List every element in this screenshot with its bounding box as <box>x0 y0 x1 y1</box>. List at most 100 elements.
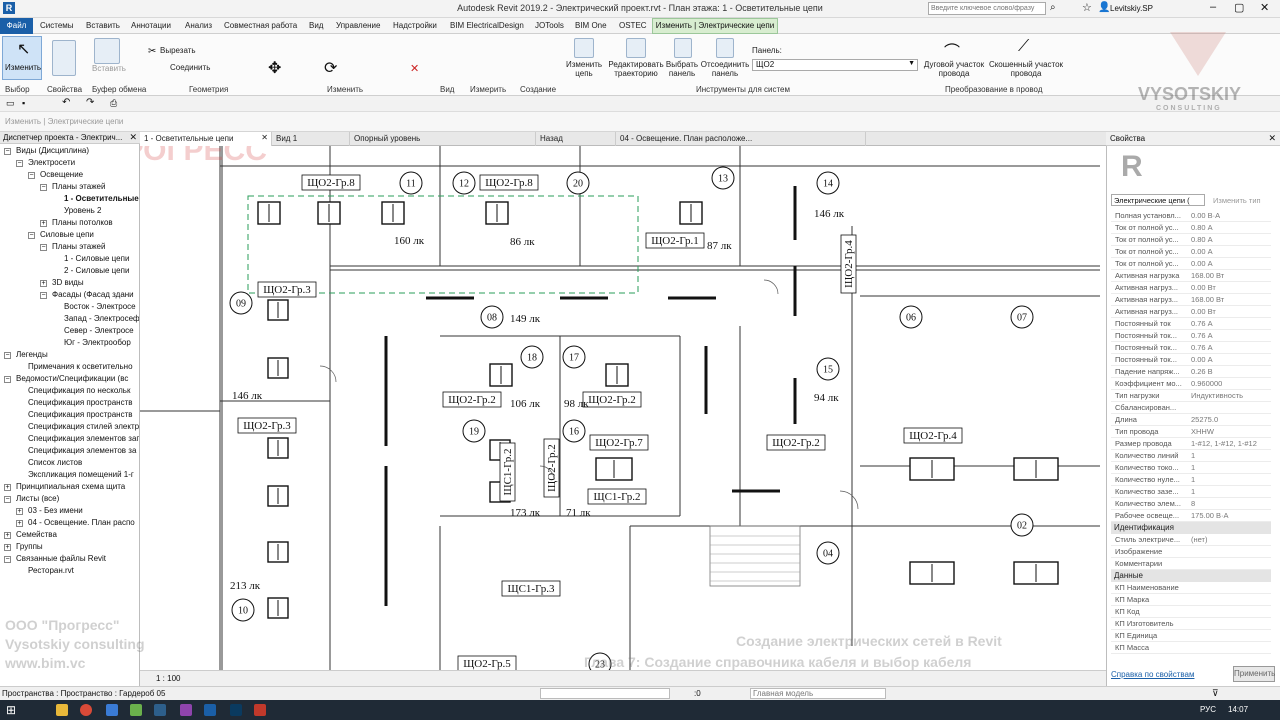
type-selector[interactable]: Электрические цепи ( <box>1111 194 1205 206</box>
property-value[interactable]: 0.00 Вт <box>1191 283 1271 292</box>
app-icon[interactable] <box>254 704 266 716</box>
tab-bim-one[interactable]: BIM One <box>575 21 607 30</box>
property-row[interactable]: Количество элем... 8 <box>1111 498 1271 510</box>
circuit-tag[interactable]: ЩО2-Гр.4 <box>840 234 857 294</box>
tree-item[interactable]: Листы (все) <box>16 494 59 503</box>
tab-analyze[interactable]: Анализ <box>185 21 212 30</box>
property-row[interactable]: Рабочее освеще... 175.00 В·А <box>1111 510 1271 522</box>
property-row[interactable]: Постоянный ток... 0.76 А <box>1111 330 1271 342</box>
circuit-tag[interactable]: ЩО2-Гр.4 <box>903 427 963 444</box>
property-row[interactable]: Постоянный ток... 0.00 А <box>1111 354 1271 366</box>
close-icon[interactable]: ✕ <box>261 133 268 142</box>
tree-item[interactable]: Спецификация элементов за <box>28 446 136 455</box>
move-icon[interactable]: ✥ <box>268 58 281 78</box>
star-icon[interactable]: ☆ <box>1082 1 1092 14</box>
circuit-tag[interactable]: ЩС1-Гр.2 <box>587 488 647 505</box>
close-button[interactable]: ✕ <box>1260 1 1269 14</box>
tree-item[interactable]: 2 - Силовые цепи <box>64 266 129 275</box>
tab-addins[interactable]: Надстройки <box>393 21 437 30</box>
tree-item[interactable]: Примечания к осветительно <box>28 362 133 371</box>
panel-label-select[interactable]: Выбор <box>5 85 30 94</box>
circuit-tag[interactable]: ЩО2-Гр.8 <box>301 174 361 191</box>
property-row[interactable]: Активная нагруз... 168.00 Вт <box>1111 294 1271 306</box>
workset-select[interactable] <box>540 688 670 699</box>
search-icon[interactable]: ⌕ <box>1050 2 1056 13</box>
property-row[interactable]: КП Наименование <box>1111 582 1271 594</box>
property-row[interactable]: Полная установл... 0.00 В·А <box>1111 210 1271 222</box>
tree-item[interactable]: Экспликация помещений 1-г <box>28 470 134 479</box>
property-value[interactable]: 0.00 А <box>1191 247 1271 256</box>
property-row[interactable]: Постоянный ток... 0.76 А <box>1111 342 1271 354</box>
tree-item[interactable]: Спецификация стилей электр <box>28 422 139 431</box>
language-indicator[interactable]: РУС <box>1200 705 1216 714</box>
tree-item[interactable]: Освещение <box>40 170 83 179</box>
tree-item[interactable]: Ведомости/Спецификации (вс <box>16 374 128 383</box>
app-icon[interactable] <box>180 704 192 716</box>
circuit-tag[interactable]: ЩО2-Гр.8 <box>479 174 539 191</box>
property-value[interactable]: 0.960000 <box>1191 379 1271 388</box>
tree-item[interactable]: Восток - Электросе <box>64 302 136 311</box>
property-row[interactable]: Активная нагруз... 0.00 Вт <box>1111 306 1271 318</box>
tree-item[interactable]: Уровень 2 <box>64 206 102 215</box>
property-value[interactable]: 0.00 А <box>1191 355 1271 364</box>
tree-expander[interactable]: + <box>40 220 47 227</box>
property-row[interactable]: КП Масса <box>1111 642 1271 654</box>
property-row[interactable]: КП Изготовитель <box>1111 618 1271 630</box>
tree-item[interactable]: Планы этажей <box>52 242 105 251</box>
property-value[interactable]: 0.76 А <box>1191 343 1271 352</box>
tree-item[interactable]: Группы <box>16 542 43 551</box>
tab-annotate[interactable]: Аннотации <box>131 21 171 30</box>
disconnect-panel-icon[interactable] <box>716 38 734 58</box>
tree-item[interactable]: Принципиальная схема щита <box>16 482 125 491</box>
property-value[interactable]: Индуктивность <box>1191 391 1271 400</box>
circuit-tag[interactable]: ЩО2-Гр.2 <box>582 391 642 408</box>
property-value[interactable]: 1 <box>1191 463 1271 472</box>
property-row[interactable]: Ток от полной ус... 0.80 А <box>1111 222 1271 234</box>
tree-expander[interactable]: − <box>4 352 11 359</box>
property-row[interactable]: Активная нагрузка 168.00 Вт <box>1111 270 1271 282</box>
property-value[interactable]: ХННW <box>1191 427 1271 436</box>
filter-icon[interactable]: ⊽ <box>1212 688 1219 699</box>
tree-expander[interactable]: + <box>16 520 23 527</box>
view-tab-back[interactable]: Назад <box>536 132 616 146</box>
photoshop-icon[interactable] <box>230 704 242 716</box>
view-scale[interactable]: 1 : 100 <box>156 674 180 683</box>
cut-label[interactable]: Вырезать <box>160 46 196 55</box>
chrome-icon[interactable] <box>80 704 92 716</box>
tree-expander[interactable]: − <box>16 160 23 167</box>
tab-collaborate[interactable]: Совместная работа <box>224 21 297 30</box>
view-tab-sheet[interactable]: 04 - Освещение. План расположе... <box>616 132 866 146</box>
property-section[interactable]: Данные <box>1111 570 1271 582</box>
property-value[interactable]: 0.76 А <box>1191 331 1271 340</box>
tree-item[interactable]: Север - Электросе <box>64 326 134 335</box>
tree-expander[interactable]: − <box>40 292 47 299</box>
windows-start-icon[interactable]: ⊞ <box>6 703 16 717</box>
property-value[interactable]: 8 <box>1191 499 1271 508</box>
maximize-button[interactable]: ▢ <box>1234 1 1244 14</box>
arc-wire-icon[interactable]: ⌒ <box>944 38 960 62</box>
tree-expander[interactable]: − <box>40 244 47 251</box>
tree-expander[interactable]: − <box>4 148 11 155</box>
tree-item[interactable]: Спецификация пространств <box>28 410 133 419</box>
chamfer-wire-icon[interactable]: ⟋ <box>1018 38 1029 56</box>
edit-circuit-icon[interactable] <box>574 38 594 58</box>
tree-item[interactable]: 1 - Силовые цепи <box>64 254 129 263</box>
tree-item[interactable]: Фасады (Фасад здани <box>52 290 134 299</box>
tab-ostec[interactable]: OSTEC <box>619 21 647 30</box>
tree-item[interactable]: Легенды <box>16 350 48 359</box>
tree-expander[interactable]: − <box>28 232 35 239</box>
select-panel-icon[interactable] <box>674 38 692 58</box>
property-value[interactable]: 1-#12, 1-#12, 1-#12 <box>1191 439 1271 448</box>
tree-expander[interactable]: + <box>4 484 11 491</box>
tree-expander[interactable]: + <box>40 280 47 287</box>
circuit-tag[interactable]: ЩО2-Гр.2 <box>543 438 560 498</box>
property-row[interactable]: Количество линий 1 <box>1111 450 1271 462</box>
explorer-icon[interactable] <box>56 704 68 716</box>
property-row[interactable]: Тип провода ХННW <box>1111 426 1271 438</box>
property-row[interactable]: Количество зазе... 1 <box>1111 486 1271 498</box>
circuit-tag[interactable]: ЩС1-Гр.3 <box>501 580 561 597</box>
property-row[interactable]: Ток от полной ус... 0.00 А <box>1111 246 1271 258</box>
tree-item[interactable]: Планы этажей <box>52 182 105 191</box>
tree-item[interactable]: Семейства <box>16 530 57 539</box>
tree-item[interactable]: Список листов <box>28 458 82 467</box>
